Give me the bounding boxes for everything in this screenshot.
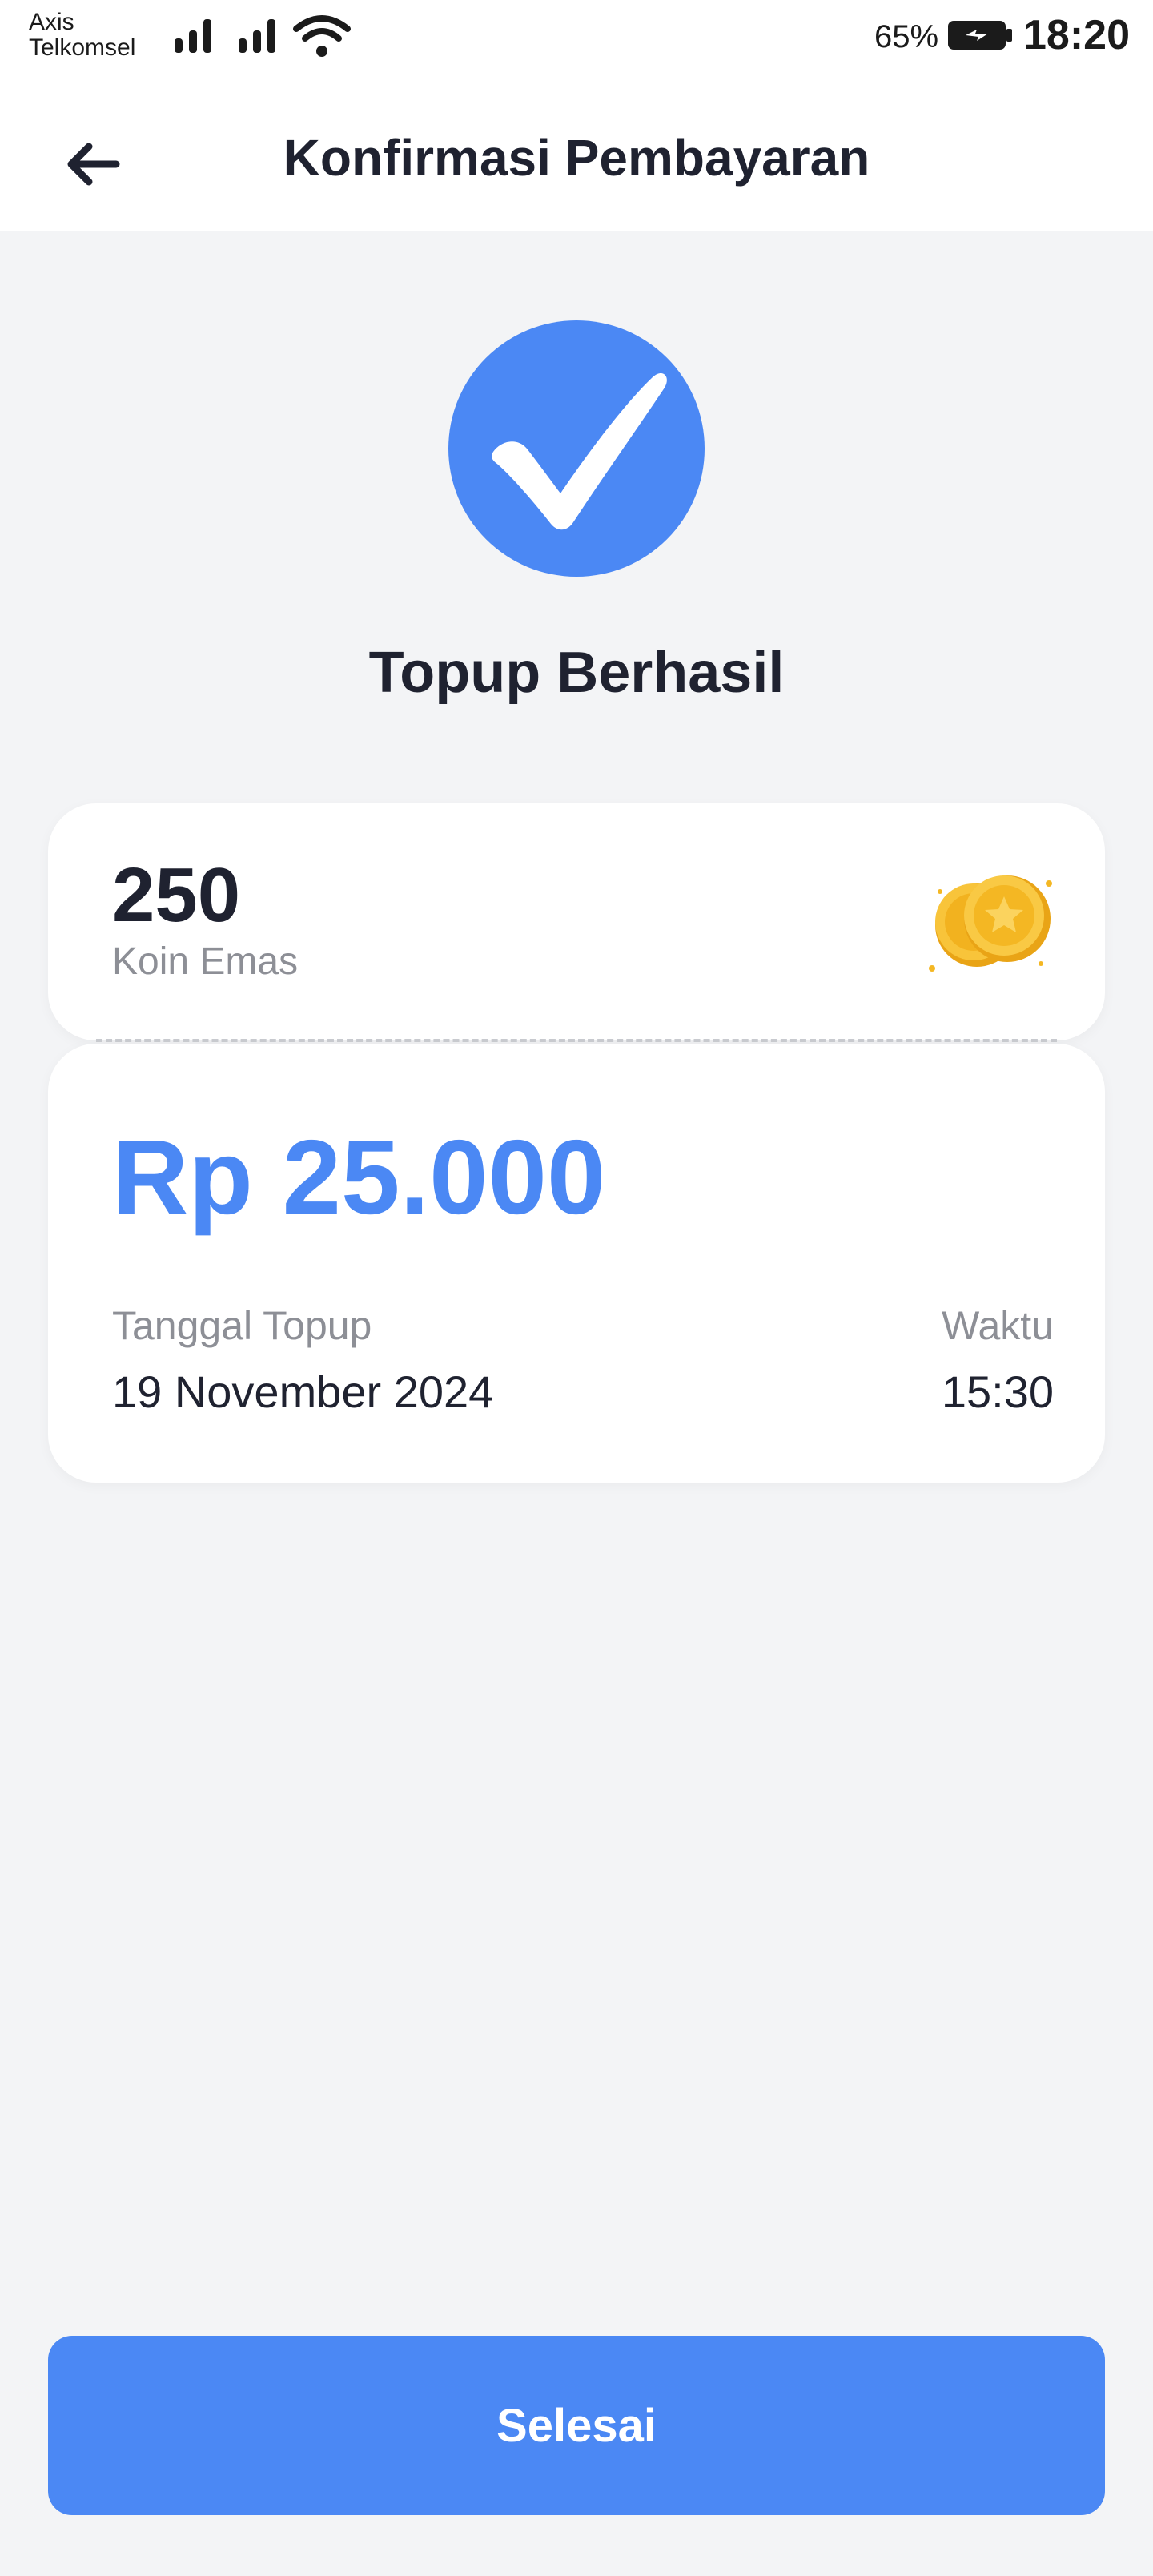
payment-confirmation-screen: Axis Telkomsel 65% 18:20 Konfirmasi Pemb… bbox=[0, 0, 1153, 2576]
topup-date-label: Tanggal Topup bbox=[112, 1303, 372, 1348]
gold-coins-icon bbox=[929, 875, 1052, 972]
status-bar: Axis Telkomsel 65% 18:20 bbox=[0, 0, 1153, 80]
top-bar: Axis Telkomsel 65% 18:20 Konfirmasi Pemb… bbox=[0, 0, 1153, 231]
carrier-line-1: Axis bbox=[29, 9, 74, 35]
success-title: Topup Berhasil bbox=[368, 641, 785, 705]
battery-percent: 65% bbox=[874, 19, 939, 54]
app-header: Konfirmasi Pembayaran bbox=[0, 104, 1153, 208]
done-button[interactable]: Selesai bbox=[48, 2336, 1105, 2515]
topup-time-value: 15:30 bbox=[941, 1366, 1054, 1417]
coin-card: 250 Koin Emas bbox=[48, 803, 1105, 1040]
wifi-icon bbox=[293, 15, 351, 57]
page-title: Konfirmasi Pembayaran bbox=[283, 129, 870, 187]
carrier-line-2: Telkomsel bbox=[29, 34, 136, 61]
payment-amount: Rp 25.000 bbox=[112, 1118, 606, 1236]
check-circle-icon bbox=[448, 320, 705, 577]
battery-charging-icon bbox=[948, 21, 1012, 50]
signal-icon bbox=[239, 19, 275, 53]
signal-icon bbox=[175, 19, 211, 53]
coin-amount: 250 bbox=[112, 852, 241, 938]
topup-time-label: Waktu bbox=[942, 1303, 1054, 1348]
coin-label: Koin Emas bbox=[112, 940, 299, 983]
payment-card: Rp 25.000 Tanggal Topup 19 November 2024… bbox=[48, 1044, 1105, 1483]
topup-date-value: 19 November 2024 bbox=[112, 1366, 494, 1417]
status-time: 18:20 bbox=[1023, 12, 1130, 58]
dashed-divider bbox=[96, 1039, 1057, 1042]
carrier-name: Axis Telkomsel bbox=[29, 10, 135, 61]
